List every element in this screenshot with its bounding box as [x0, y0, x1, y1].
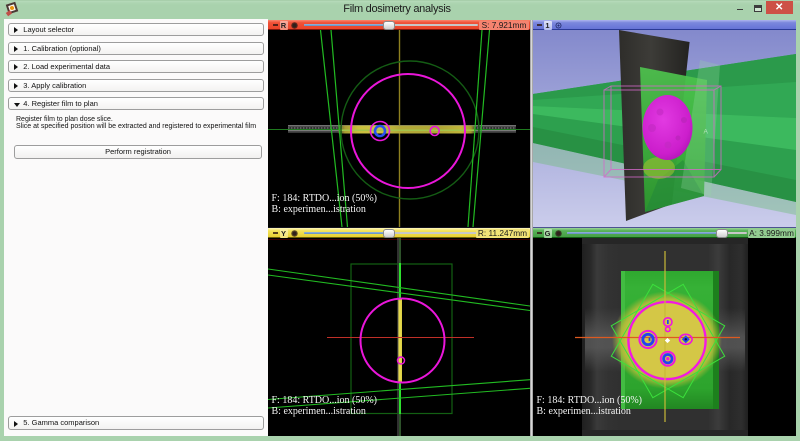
svg-text:A: A [704, 129, 709, 136]
